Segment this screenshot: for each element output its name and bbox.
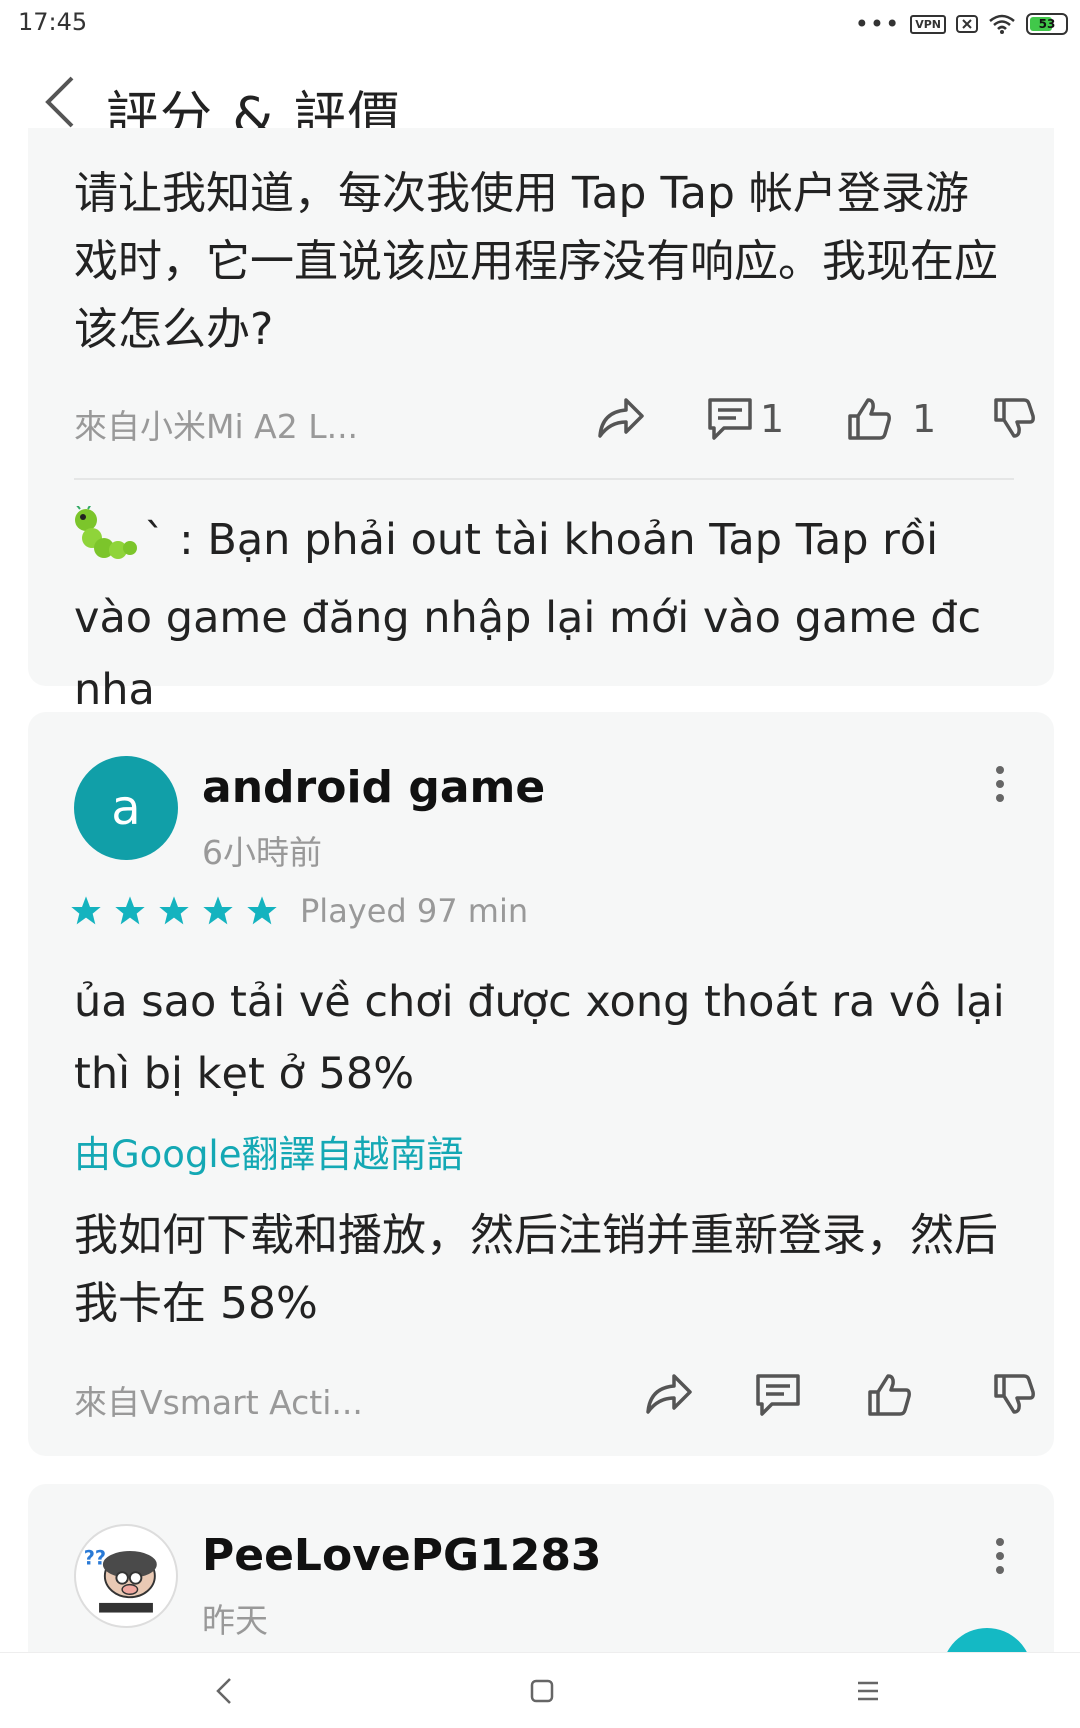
device-label: 來自Vsmart Acti... (74, 1383, 363, 1422)
like-count: 1 (912, 397, 937, 441)
nav-menu-button[interactable] (848, 1671, 888, 1711)
nav-back-icon (216, 1678, 231, 1704)
share-icon (598, 398, 644, 438)
battery-level: 53 (1038, 17, 1056, 31)
nav-back-button[interactable] (204, 1671, 244, 1711)
thumbs-up-icon (848, 398, 891, 440)
system-nav-bar (0, 1652, 1080, 1728)
review-text: 请让我知道，每次我使用 Tap Tap 帐户登录游戏时，它一直说该应用程序没有响… (74, 168, 998, 355)
comment-count: 1 (760, 397, 785, 441)
reply-author: ` (144, 515, 166, 565)
dislike-button[interactable] (992, 396, 1036, 440)
vpn-icon: VPN (910, 14, 946, 34)
rating-stars: Played 97 min (70, 892, 528, 930)
status-icons: ••• VPN 53 (855, 10, 1068, 38)
thumbs-down-icon (994, 1374, 1035, 1414)
username[interactable]: PeeLovePG1283 (202, 1530, 602, 1581)
developer-reply: ` : Bạn phải out tài khoản Tap Tap rồi v… (74, 503, 1008, 726)
avatar-letter: a (111, 780, 141, 836)
avatar[interactable]: a (74, 756, 178, 860)
review-actions: 來自Vsmart Acti... (74, 1366, 1035, 1426)
review-card-2: a android game 6小時前 Played 97 min ủa sao… (28, 712, 1054, 1456)
back-button[interactable] (40, 74, 90, 134)
star-icon (203, 896, 233, 925)
thumbs-down-icon (994, 398, 1035, 438)
username[interactable]: android game (202, 762, 545, 813)
nav-menu-icon (858, 1681, 878, 1701)
comment-button[interactable] (754, 1372, 802, 1418)
review-translated-text: 我如何下载和播放，然后注销并重新登录，然后我卡在 58% (74, 1210, 998, 1329)
status-bar: 17:45 ••• VPN 53 (0, 0, 1080, 48)
like-button[interactable] (866, 1372, 912, 1418)
translation-note[interactable]: 由Google翻譯自越南語 (74, 1124, 1008, 1178)
share-icon (646, 1374, 692, 1414)
more-options-button[interactable] (992, 764, 1008, 804)
comment-icon (756, 1374, 800, 1416)
wifi-icon (989, 14, 1015, 34)
dislike-button[interactable] (992, 1372, 1036, 1416)
pig-avatar-icon: ?? (77, 1527, 175, 1625)
device-label: 來自小米Mi A2 L... (74, 407, 359, 446)
more-vertical-icon (996, 1538, 1004, 1574)
played-time: Played 97 min (300, 892, 529, 930)
review-actions: 來自小米Mi A2 L... 1 1 (74, 390, 1035, 450)
avatar[interactable]: ?? (74, 1524, 178, 1628)
star-icon (159, 896, 189, 925)
reply-text: : Bạn phải out tài khoản Tap Tap rồi vào… (74, 515, 982, 715)
svg-text:??: ?? (84, 1546, 106, 1569)
battery-icon: 53 (1026, 13, 1068, 35)
star-icon (115, 896, 145, 925)
more-options-button[interactable] (992, 1536, 1008, 1576)
nav-home-icon (530, 1679, 554, 1703)
divider (74, 478, 1014, 480)
comment-icon (708, 398, 752, 440)
star-icon (71, 896, 101, 925)
caterpillar-emoji (74, 503, 138, 582)
star-icon (247, 896, 277, 925)
time-ago: 6小時前 (202, 833, 322, 872)
comment-button[interactable]: 1 (706, 396, 784, 442)
back-icon (45, 76, 74, 128)
status-time: 17:45 (18, 8, 88, 36)
thumbs-up-icon (868, 1374, 911, 1416)
share-button[interactable] (644, 1372, 692, 1416)
review-original-text: ủa sao tải về chơi được xong thoát ra vô… (74, 977, 1005, 1099)
share-button[interactable] (596, 396, 644, 440)
sim-x-icon (956, 15, 978, 33)
time-ago: 昨天 (202, 1601, 268, 1640)
more-dots-icon: ••• (854, 10, 901, 38)
review-card-1: 请让我知道，每次我使用 Tap Tap 帐户登录游戏时，它一直说该应用程序没有响… (28, 128, 1054, 715)
more-vertical-icon (996, 766, 1004, 802)
like-button[interactable]: 1 (846, 396, 936, 442)
nav-home-button[interactable] (522, 1671, 562, 1711)
